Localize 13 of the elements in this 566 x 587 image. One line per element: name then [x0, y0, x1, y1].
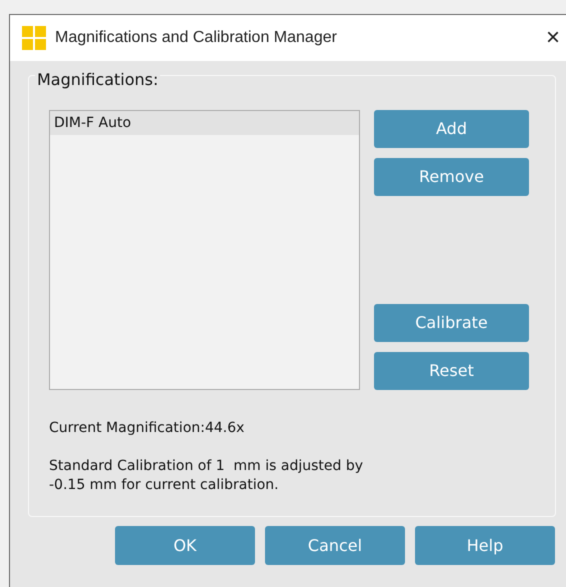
list-item[interactable]: DIM-F Auto — [50, 111, 359, 135]
dialog-button[interactable]: Reset — [374, 352, 529, 390]
window-title: Magnifications and Calibration Manager — [55, 28, 337, 48]
dialog-button[interactable]: Help — [415, 526, 555, 565]
app-logo-icon — [22, 26, 46, 50]
dialog-button[interactable]: Remove — [374, 158, 529, 196]
dialog-button[interactable]: Cancel — [265, 526, 405, 565]
calibration-text: Standard Calibration of 1 mm is adjusted by -0.15 mm for current calibration. — [49, 457, 364, 495]
dialog-button[interactable]: Calibrate — [374, 304, 529, 342]
close-button[interactable]: × — [546, 26, 560, 50]
current-magnification: Current Magnification:44.6x — [49, 419, 246, 438]
dialog-button[interactable]: OK — [115, 526, 255, 565]
dialog-button[interactable]: Add — [374, 110, 529, 148]
